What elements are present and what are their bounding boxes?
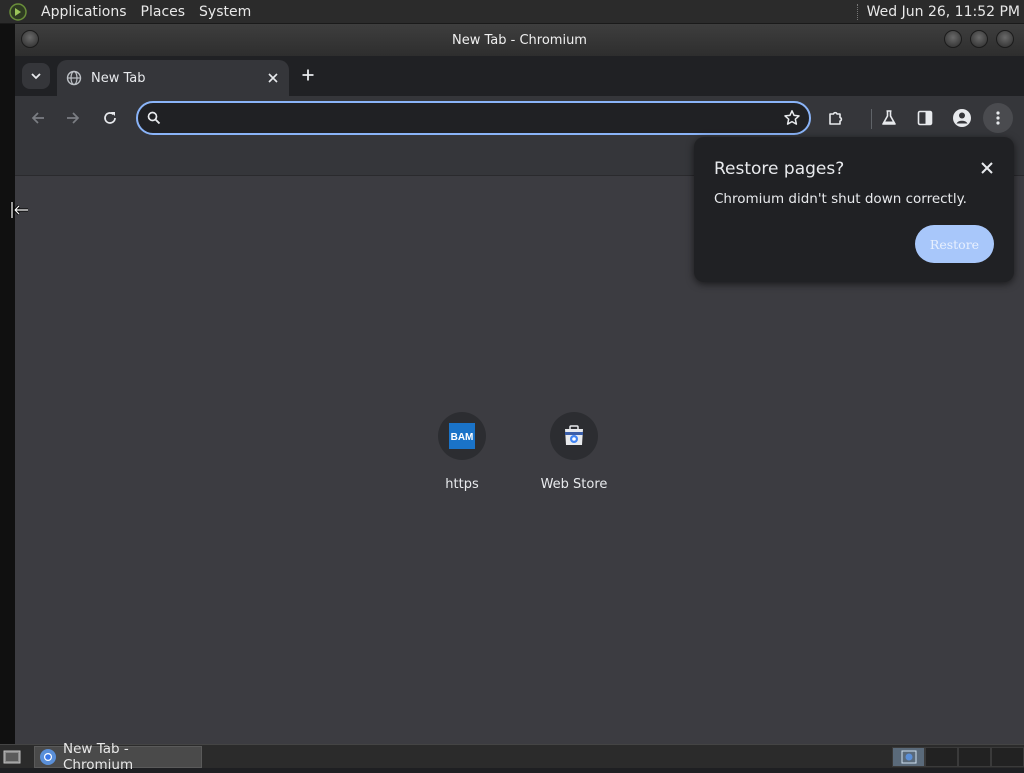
browser-window: New Tab - Chromium New Tab BAM https Web… [15,24,1024,744]
shortcut-tile-web-store[interactable]: Web Store [524,412,624,502]
tab-search-button[interactable] [22,63,50,89]
reload-button[interactable] [95,103,125,133]
forward-button[interactable] [58,103,88,133]
extensions-button[interactable] [821,103,851,133]
new-tab-button[interactable] [297,64,319,86]
shortcut-label: Web Store [540,477,608,492]
chrome-menu-button[interactable] [983,103,1013,133]
top-panel: Applications Places System Wed Jun 26, 1… [0,0,1024,24]
toolbar-divider [871,109,872,129]
close-icon [268,73,278,83]
resize-cursor-icon [10,200,30,224]
bam-icon: BAM [438,412,486,460]
panel-clock[interactable]: Wed Jun 26, 11:52 PM [867,4,1024,20]
desktop-edge [0,24,15,744]
close-icon [981,162,993,174]
bam-icon-text: BAM [451,432,474,443]
chromium-icon [39,748,57,766]
applications-menu[interactable]: Applications [34,4,134,20]
tab-label: New Tab [91,70,146,86]
window-titlebar[interactable]: New Tab - Chromium [15,24,1024,56]
puzzle-icon [829,111,843,125]
reload-icon [104,112,116,124]
tab-strip: New Tab [15,56,1024,96]
side-panel-button[interactable] [910,103,940,133]
minimize-button[interactable] [944,30,962,48]
places-menu[interactable]: Places [134,4,193,20]
labs-button[interactable] [874,103,904,133]
workspace-3[interactable] [958,747,991,767]
taskbar-item-label: New Tab - Chromium [63,741,134,773]
dialog-title: Restore pages? [714,159,845,179]
shortcut-label: https [445,477,479,492]
bottom-taskbar: New Tab - Chromium [0,741,1024,773]
maximize-button[interactable] [970,30,988,48]
close-window-button[interactable] [996,30,1014,48]
address-input[interactable] [170,104,783,132]
restore-button[interactable]: Restore [915,225,994,263]
arrow-right-icon [67,112,80,124]
profile-button[interactable] [947,103,977,133]
tab-close-button[interactable] [265,70,281,86]
arrow-left-icon [31,112,44,124]
system-menu[interactable]: System [192,4,258,20]
side-panel-icon [917,110,933,126]
toolbar [15,96,1024,141]
workspace-2[interactable] [925,747,958,767]
web-store-icon [550,412,598,460]
window-menu-icon[interactable] [21,30,39,48]
shortcut-tile-https[interactable]: BAM https [412,412,512,502]
workspace-4[interactable] [991,747,1024,767]
panel-separator [856,4,859,20]
taskbar-item-chromium[interactable]: New Tab - Chromium [34,741,202,773]
workspace-switcher[interactable] [892,747,1024,767]
distro-logo-icon[interactable] [8,2,28,22]
dialog-message: Chromium didn't shut down correctly. [714,191,967,207]
restore-pages-dialog: Restore pages? Chromium didn't shut down… [694,137,1014,282]
show-desktop-icon[interactable] [2,748,22,766]
search-icon [146,110,162,126]
tab-new-tab[interactable]: New Tab [57,60,289,96]
plus-icon [302,69,314,81]
bookmark-star-icon[interactable] [783,109,801,127]
window-title: New Tab - Chromium [452,32,587,48]
chevron-down-icon [31,73,41,80]
flask-icon [882,110,896,125]
kebab-menu-icon [996,111,1000,125]
dialog-close-button[interactable] [978,159,996,177]
avatar-icon [953,109,971,127]
workspace-1[interactable] [892,747,925,767]
chromium-mini-icon [901,750,916,764]
back-button[interactable] [23,103,53,133]
globe-icon [66,70,82,86]
address-bar[interactable] [136,101,811,135]
